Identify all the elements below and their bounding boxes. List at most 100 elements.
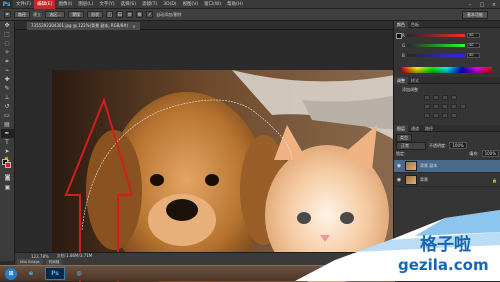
adjustment-icons-row1 [424,95,457,100]
tab-swatches[interactable]: 色板 [408,21,422,28]
hue-saturation-icon[interactable] [433,104,439,109]
fill-input[interactable]: 100% [481,150,499,157]
marquee-tool-icon[interactable]: ⬚ [1,30,14,39]
layers-panel-tabs: 图层 通道 路径 [394,125,500,132]
path-mode-select[interactable]: 路径 [14,11,30,18]
menu-help[interactable]: 帮助(H) [224,0,246,9]
menu-filter[interactable]: 滤镜(T) [139,0,160,9]
layer-kind-filter[interactable]: 类型 [396,133,412,142]
vibrance-icon[interactable] [424,104,430,109]
document-tab-title: 7355392304301.jpg @ 122%(背景 副本, RGB/8#) [31,23,129,28]
tab-styles[interactable]: 样式 [408,77,422,84]
menu-window[interactable]: 窗口(W) [201,0,224,9]
lasso-tool-icon[interactable]: ◌ [1,39,14,48]
green-slider[interactable]: G 40 [402,42,488,48]
quick-select-tool-icon[interactable]: ✧ [1,48,14,57]
menu-bar: Ps 文件(F) 编辑(E) 图像(I) 图层(L) 文字(Y) 选择(S) 滤… [0,0,500,9]
green-value[interactable]: 40 [467,42,480,48]
screen-mode-icon[interactable]: ▣ [1,183,14,192]
blue-slider[interactable]: B 40 [402,52,488,58]
eyedropper-tool-icon[interactable]: ⌁ [1,66,14,75]
path-operations-icon[interactable]: ◫ [106,11,114,18]
quick-mask-icon[interactable]: ◙ [1,173,14,182]
layer-name: 背景 [420,177,428,182]
background-color-swatch[interactable] [5,162,11,168]
color-balance-icon[interactable] [442,104,448,109]
tab-adjustments[interactable]: 调整 [394,77,408,84]
brightness-icon[interactable] [424,95,430,100]
tab-color[interactable]: 颜色 [394,21,408,28]
fill-label: 填充: [469,150,479,156]
menu-3d[interactable]: 3D(D) [160,0,179,9]
make-selection-button[interactable]: 选区... [45,11,66,18]
red-value[interactable]: 40 [467,32,480,38]
clone-stamp-tool-icon[interactable]: ⊥ [1,93,14,102]
tab-paths[interactable]: 路径 [422,125,436,132]
healing-brush-tool-icon[interactable]: ✚ [1,75,14,84]
make-shape-button[interactable]: 形状 [87,11,104,18]
auto-add-delete-checkbox[interactable]: ✓ [146,11,154,18]
menu-file[interactable]: 文件(F) [13,0,34,9]
opacity-input[interactable]: 100% [449,142,467,149]
start-button[interactable]: ⊞ [5,267,17,280]
ie-taskbar-button[interactable]: e [21,267,41,280]
make-mask-button[interactable]: 蒙版 [68,11,85,18]
path-alignment-icon[interactable]: ⊟ [116,11,124,18]
tab-channels[interactable]: 通道 [408,125,422,132]
minimize-button[interactable]: – [464,0,476,9]
lock-fill-row: 锁定: 填充: 100% [396,150,499,157]
adjustment-icons-row3 [424,113,457,118]
lock-label: 锁定: [396,150,406,156]
menu-type[interactable]: 文字(Y) [96,0,117,9]
move-tool-icon[interactable]: ✥ [1,21,14,30]
eye-icon[interactable]: ◉ [396,163,402,169]
document-tab[interactable]: 7355392304301.jpg @ 122%(背景 副本, RGB/8#) … [27,22,140,30]
invert-icon[interactable] [424,113,430,118]
gradient-tool-icon[interactable]: ▤ [1,120,14,129]
menu-image[interactable]: 图像(I) [55,0,75,9]
browser-taskbar-button[interactable]: ◎ [69,267,89,280]
menu-layer[interactable]: 图层(L) [75,0,96,9]
menu-edit[interactable]: 编辑(E) [34,0,56,9]
auto-add-delete-label: 自动添加/删除 [156,11,182,17]
make-label: 建立: [33,11,43,17]
workspace-switcher[interactable]: 基本功能 [462,11,488,19]
layer-row-background[interactable]: ◉ 背景 🔒 [394,174,500,187]
path-arrangement-icon[interactable]: ≡ [126,11,134,18]
adjustments-title: 添加调整 [402,87,418,92]
crop-tool-icon[interactable]: ⌗ [1,57,14,66]
type-tool-icon[interactable]: T [1,138,14,147]
eye-icon[interactable]: ◉ [396,177,402,183]
layer-row-background-copy[interactable]: ◉ 背景 副本 [394,160,500,173]
menu-view[interactable]: 视图(V) [180,0,202,9]
blend-mode-select[interactable]: 正常 [396,141,426,150]
photo-filter-icon[interactable] [460,104,466,109]
adjustment-icons-row2 [424,104,466,109]
path-select-tool-icon[interactable]: ➤ [1,147,14,156]
pen-tool-icon[interactable]: ✒ [0,129,14,138]
levels-icon[interactable] [433,95,439,100]
exposure-icon[interactable] [451,95,457,100]
eraser-tool-icon[interactable]: ▭ [1,111,14,120]
blue-value[interactable]: 40 [467,52,480,58]
black-white-icon[interactable] [451,104,457,109]
layer-name: 背景 副本 [420,163,438,168]
layer-thumbnail [405,175,417,185]
close-button[interactable]: × [488,0,500,9]
tab-layers[interactable]: 图层 [394,125,408,132]
photoshop-taskbar-button[interactable]: Ps [45,267,65,280]
zoom-level[interactable]: 122.78% [31,254,49,259]
history-brush-tool-icon[interactable]: ↺ [1,102,14,111]
gradient-map-icon[interactable] [451,113,457,118]
gear-icon[interactable]: ⚙ [136,11,144,18]
lock-icon: 🔒 [492,177,497,183]
curves-icon[interactable] [442,95,448,100]
brush-tool-icon[interactable]: ✎ [1,84,14,93]
posterize-icon[interactable] [433,113,439,118]
close-icon[interactable]: × [132,24,135,29]
threshold-icon[interactable] [442,113,448,118]
menu-select[interactable]: 选择(S) [118,0,139,9]
red-slider[interactable]: R 40 [402,32,488,38]
restore-button[interactable]: □ [476,0,488,9]
pen-tool-preset-icon[interactable]: ✒ [4,11,11,18]
